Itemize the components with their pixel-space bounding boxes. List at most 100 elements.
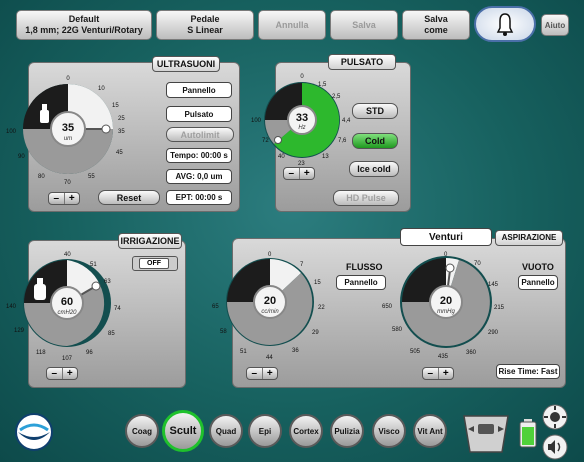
ultrasound-mode-button[interactable]: Pulsato <box>166 106 232 122</box>
flow-panel-button[interactable]: Pannello <box>336 275 386 290</box>
toggle-label: OFF <box>139 258 169 269</box>
footswitch-icon[interactable] <box>462 414 510 454</box>
hd-pulse-button[interactable]: HD Pulse <box>333 190 399 206</box>
vacuum-stepper[interactable]: – + <box>422 367 454 380</box>
tick: 505 <box>410 349 421 355</box>
mode-visco[interactable]: Visco <box>372 414 406 448</box>
plus-icon[interactable]: + <box>263 368 278 379</box>
minus-icon[interactable]: – <box>284 168 300 179</box>
mode-cortex[interactable]: Cortex <box>289 414 323 448</box>
tick: 45 <box>116 150 123 156</box>
battery-icon <box>519 419 537 448</box>
pulsed-stepper[interactable]: – + <box>283 167 315 180</box>
irrigation-toggle[interactable]: OFF <box>132 256 178 271</box>
pedal-button[interactable]: Pedale S Linear <box>156 10 254 40</box>
ultrasound-stepper[interactable]: – + <box>48 192 80 205</box>
irrigation-value: 60 <box>61 296 73 308</box>
plus-icon[interactable]: + <box>300 168 315 179</box>
ultrasound-dial[interactable]: 35 um 0 10 15 25 35 45 55 70 80 90 100 <box>6 74 130 186</box>
minus-icon[interactable]: – <box>47 368 63 379</box>
cancel-button[interactable]: Annulla <box>258 10 326 40</box>
irrigation-title: IRRIGAZIONE <box>118 233 182 249</box>
flow-dial[interactable]: 20 cc/min 0 7 15 22 29 36 44 51 58 65 <box>212 252 325 361</box>
flow-unit: cc/min <box>261 309 279 315</box>
tick: 1,5 <box>318 82 327 88</box>
vacuum-label: VUOTO <box>522 262 554 272</box>
tick: 7,6 <box>338 138 347 144</box>
save-button[interactable]: Salva <box>330 10 398 40</box>
std-button[interactable]: STD <box>352 103 398 119</box>
vacuum-panel-button[interactable]: Pannello <box>518 275 558 290</box>
tick: 100 <box>251 118 262 124</box>
mode-coag[interactable]: Coag <box>125 414 159 448</box>
rise-time-button[interactable]: Rise Time: Fast <box>496 364 560 379</box>
reset-button[interactable]: Reset <box>98 190 160 205</box>
minus-icon[interactable]: – <box>247 368 263 379</box>
tick: 65 <box>212 304 219 310</box>
save-as-line2: come <box>424 25 448 35</box>
pedal-mode: S Linear <box>187 25 223 35</box>
tick: 29 <box>312 330 319 336</box>
save-label: Salva <box>352 19 376 30</box>
vacuum-unit: mmHg <box>437 309 455 315</box>
save-as-button[interactable]: Salva come <box>402 10 470 40</box>
tick: 107 <box>62 356 73 362</box>
volume-icon[interactable] <box>542 434 568 460</box>
ultrasound-avg: AVG: 0,0 um <box>166 169 232 184</box>
vacuum-dial[interactable]: 20 mmHg 0 70 145 215 290 360 435 505 580… <box>382 252 505 360</box>
tick: 25 <box>118 116 125 122</box>
irrigation-dial[interactable]: 60 cmH20 40 51 63 74 85 96 107 118 129 1… <box>6 252 122 362</box>
tick: 360 <box>466 350 477 356</box>
mode-epi[interactable]: Epi <box>248 414 282 448</box>
brightness-icon[interactable] <box>542 404 568 430</box>
minus-icon[interactable]: – <box>49 193 65 204</box>
plus-icon[interactable]: + <box>439 368 454 379</box>
flow-stepper[interactable]: – + <box>246 367 278 380</box>
tick: 650 <box>382 304 393 310</box>
plus-icon[interactable]: + <box>63 368 78 379</box>
mode-pulizia[interactable]: Pulizia <box>330 414 364 448</box>
mode-vit-ant[interactable]: Vit Ant <box>413 414 447 448</box>
tick: 129 <box>14 328 25 334</box>
mode-quad[interactable]: Quad <box>209 414 243 448</box>
tick: 44 <box>266 355 273 361</box>
tick: 58 <box>220 329 227 335</box>
ice-cold-button[interactable]: Ice cold <box>349 161 399 177</box>
tick: 7 <box>300 262 304 268</box>
tick: 215 <box>494 305 505 311</box>
profile-name: Default <box>68 14 100 24</box>
profile-button[interactable]: Default 1,8 mm; 22G Venturi/Rotary <box>16 10 152 40</box>
autolimit-button[interactable]: Autolimit <box>166 127 234 142</box>
plus-icon[interactable]: + <box>65 193 80 204</box>
pulsed-title: PULSATO <box>328 54 396 70</box>
flow-label: FLUSSO <box>346 262 383 272</box>
tick: 85 <box>108 331 115 337</box>
tick: 96 <box>86 350 93 356</box>
tick: 580 <box>392 327 403 333</box>
irrigation-unit: cmH20 <box>57 310 77 316</box>
venturi-tab[interactable]: Venturi <box>400 228 492 246</box>
ultrasound-ept: EPT: 00:00 s <box>166 190 232 205</box>
tick: 74 <box>114 306 121 312</box>
tick: 0 <box>66 76 70 82</box>
flow-value: 20 <box>264 295 276 307</box>
mode-scult[interactable]: Scult <box>162 410 204 452</box>
tick: 10 <box>98 86 105 92</box>
help-button[interactable]: Aiuto <box>541 14 569 36</box>
brand-logo <box>15 413 53 451</box>
ultrasound-value: 35 <box>62 122 74 134</box>
tick: 70 <box>64 180 71 186</box>
cold-button[interactable]: Cold <box>352 133 398 149</box>
tick: 72 <box>262 138 269 144</box>
tick: 13 <box>322 154 329 160</box>
tick: 40 <box>64 252 71 258</box>
save-as-line1: Salva <box>424 14 448 24</box>
tick: 290 <box>488 330 499 336</box>
alarm-button[interactable] <box>474 6 536 42</box>
pulsed-dial[interactable]: 33 Hz 0 1,5 2,5 4,4 7,6 13 23 40 72 100 <box>251 74 362 170</box>
tick: 15 <box>314 280 321 286</box>
ultrasound-panel-button[interactable]: Pannello <box>166 82 232 98</box>
minus-icon[interactable]: – <box>423 368 439 379</box>
irrigation-stepper[interactable]: – + <box>46 367 78 380</box>
tick: 40 <box>278 154 285 160</box>
